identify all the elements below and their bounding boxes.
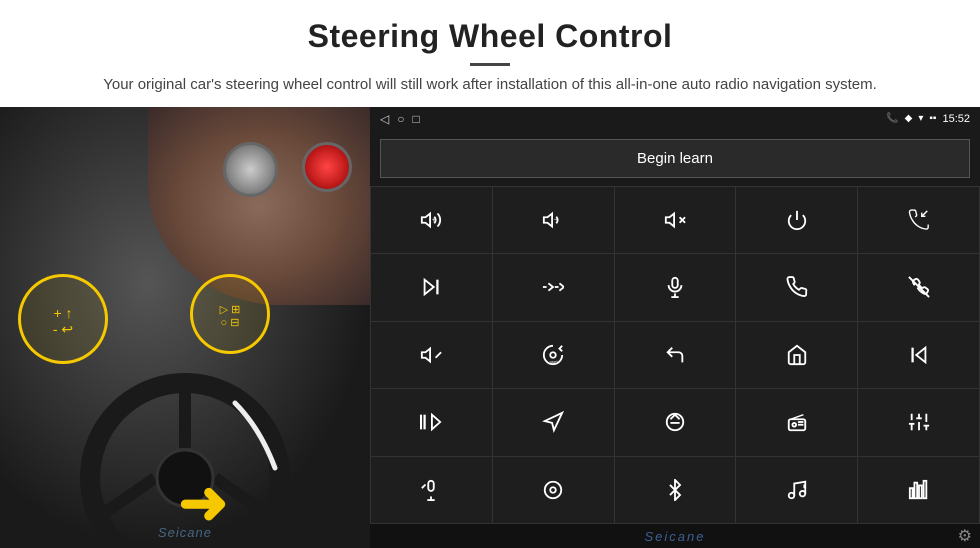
highlight-circle-right: ▷ ⊞ ○ ⊟	[190, 274, 270, 354]
nav-recent-icon[interactable]: □	[412, 112, 419, 126]
seicane-watermark: Seicane	[576, 529, 774, 544]
nav-back-icon[interactable]: ◁	[380, 112, 389, 126]
android-interface: ◁ ○ □ 📞 ◆ ▾ ▪▪ 15:52 Begin learn	[370, 107, 980, 548]
dashboard-area	[148, 107, 370, 306]
status-bar-indicators: 📞 ◆ ▾ ▪▪ 15:52	[886, 113, 970, 125]
phone-prev-button[interactable]	[858, 187, 979, 254]
mic-button[interactable]	[615, 254, 736, 321]
location-icon: ◆	[905, 113, 913, 124]
clock: 15:52	[942, 113, 970, 125]
image-watermark: Seicane	[158, 525, 212, 540]
spectrum-button[interactable]	[858, 457, 979, 524]
settings-circle-button[interactable]	[493, 457, 614, 524]
wifi-icon: ▾	[918, 113, 923, 124]
begin-learn-row: Begin learn	[370, 131, 980, 186]
svg-text:360°: 360°	[550, 360, 559, 365]
radio-button[interactable]	[736, 389, 857, 456]
phone-end-button[interactable]	[858, 254, 979, 321]
vol-down-button[interactable]: −	[493, 187, 614, 254]
begin-learn-button[interactable]: Begin learn	[380, 139, 970, 178]
skip-back-button[interactable]	[858, 322, 979, 389]
page-title: Steering Wheel Control	[60, 18, 920, 55]
home-button[interactable]	[736, 322, 857, 389]
highlight-circle-left: + ↑ - ↩	[18, 274, 108, 364]
vol-up-button[interactable]: +	[371, 187, 492, 254]
camera-360-button[interactable]: 360°	[493, 322, 614, 389]
eject-button[interactable]	[615, 389, 736, 456]
steering-image: + ↑ - ↩ ▷ ⊞ ○ ⊟ ➜ Seicane	[0, 107, 370, 548]
phone-button[interactable]	[736, 254, 857, 321]
status-bar-nav: ◁ ○ □	[380, 112, 420, 126]
equalizer-button[interactable]	[858, 389, 979, 456]
bluetooth-button[interactable]	[615, 457, 736, 524]
mute-button[interactable]	[615, 187, 736, 254]
subtitle: Your original car's steering wheel contr…	[80, 74, 900, 97]
gauge-right	[302, 142, 352, 192]
phone-status-icon: 📞	[886, 113, 898, 124]
svg-text:−: −	[554, 215, 559, 224]
fast-fwd-button[interactable]	[371, 389, 492, 456]
music-button[interactable]	[736, 457, 857, 524]
gear-button[interactable]: ⚙	[958, 526, 972, 546]
nav-home-icon[interactable]: ○	[397, 112, 404, 126]
mic2-button[interactable]	[371, 457, 492, 524]
header-section: Steering Wheel Control Your original car…	[0, 0, 980, 107]
wheel-background: + ↑ - ↩ ▷ ⊞ ○ ⊟ ➜ Seicane	[0, 107, 370, 548]
navigation-button[interactable]	[493, 389, 614, 456]
status-bar: ◁ ○ □ 📞 ◆ ▾ ▪▪ 15:52	[370, 107, 980, 131]
svg-text:+: +	[432, 217, 436, 224]
content-section: + ↑ - ↩ ▷ ⊞ ○ ⊟ ➜ Seicane	[0, 107, 980, 548]
back-button[interactable]	[615, 322, 736, 389]
page-wrapper: Steering Wheel Control Your original car…	[0, 0, 980, 548]
next-seek-button[interactable]	[493, 254, 614, 321]
controls-grid: + −	[370, 186, 980, 525]
speaker-button[interactable]	[371, 322, 492, 389]
title-divider	[470, 63, 510, 66]
power-button[interactable]	[736, 187, 857, 254]
gauge-left	[223, 142, 278, 197]
bottom-bar: Seicane ⚙	[370, 524, 980, 548]
battery-icon: ▪▪	[929, 113, 936, 124]
next-track-button[interactable]	[371, 254, 492, 321]
